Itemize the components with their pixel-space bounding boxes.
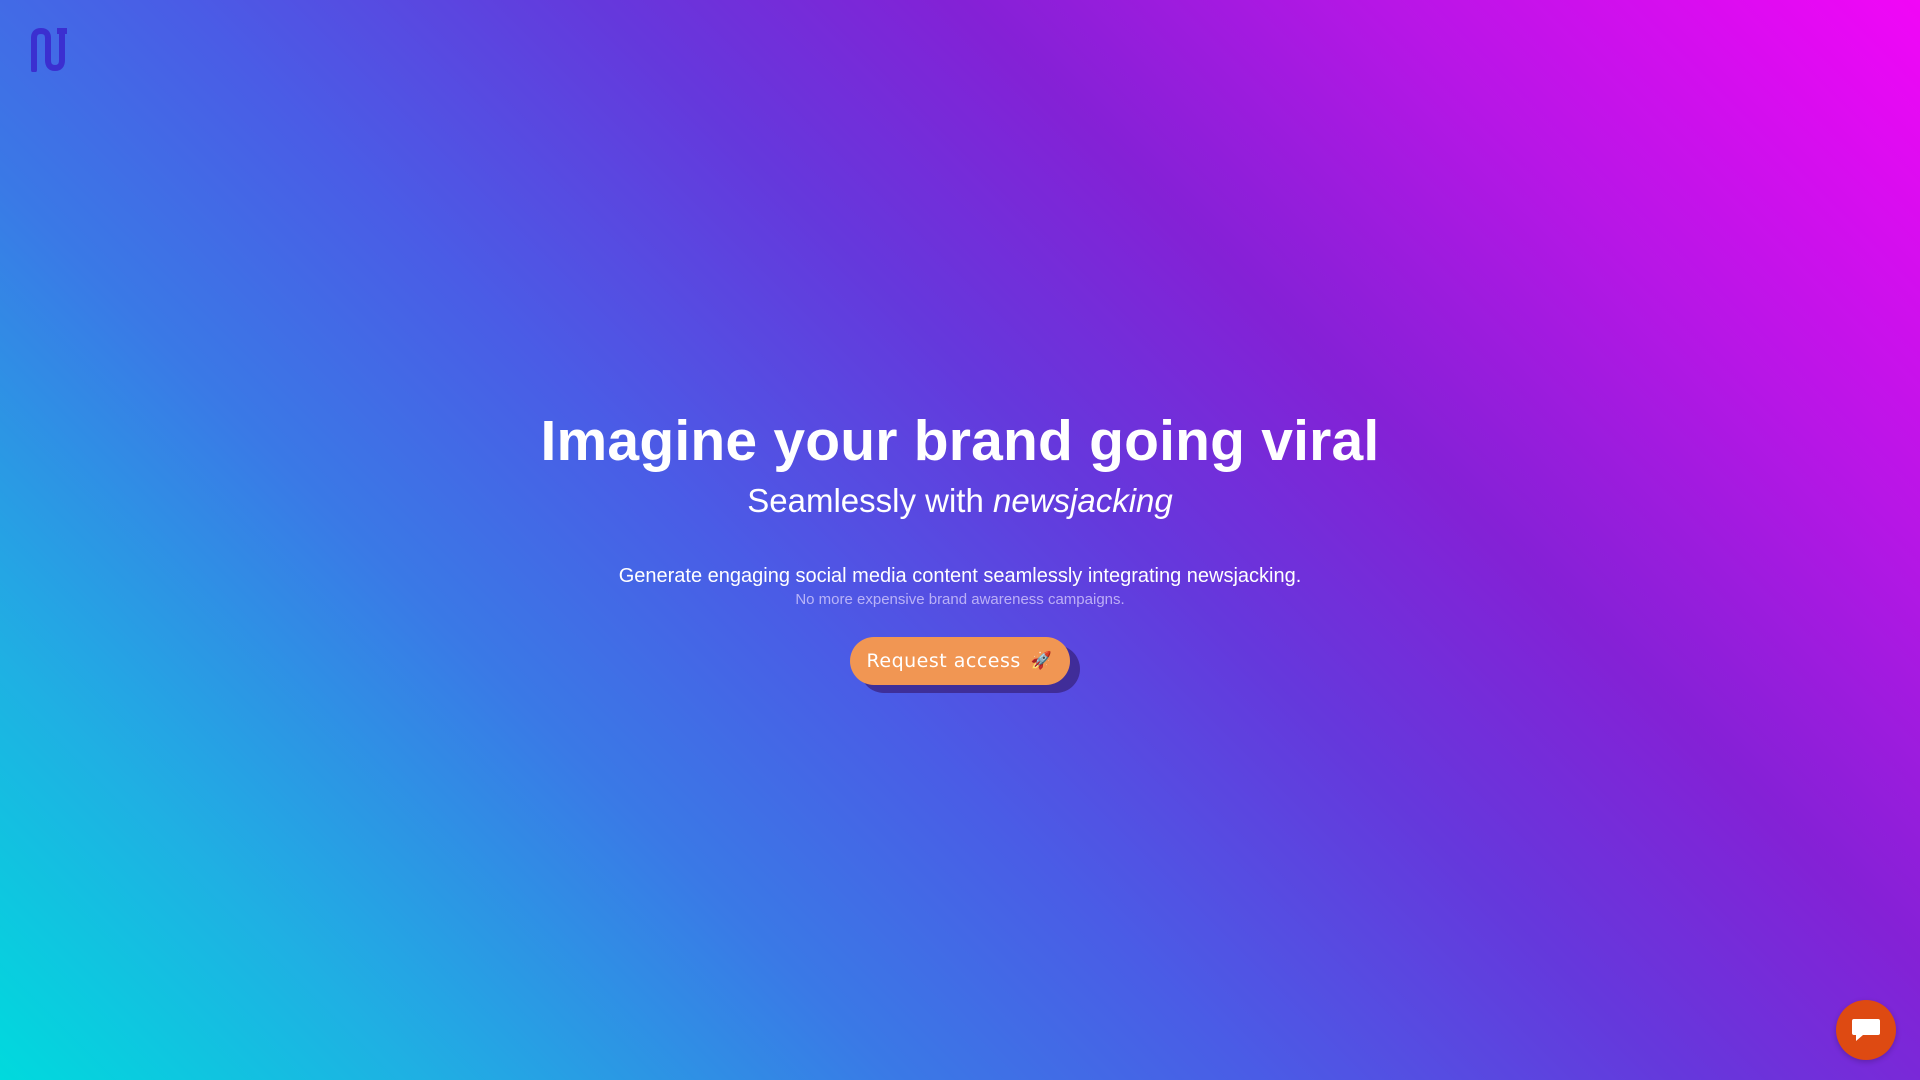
chat-widget-button[interactable] [1836,1000,1896,1060]
rocket-icon: 🚀 [1030,651,1053,671]
hero-section: Imagine your brand going viral Seamlessl… [0,405,1920,685]
hero-note: No more expensive brand awareness campai… [795,591,1125,608]
hero-subheadline: Seamlessly with newsjacking [0,479,1920,523]
hero-headline: Imagine your brand going viral [540,409,1380,473]
subheadline-emphasis: newsjacking [992,482,1173,519]
subheadline-prefix: Seamlessly with [747,482,984,519]
request-access-button[interactable]: Request access 🚀 [849,637,1071,685]
cta-wrapper: Request access 🚀 [849,637,1071,685]
nj-logo-icon [31,27,67,73]
brand-logo[interactable] [30,27,68,73]
chat-bubble-icon [1852,1019,1880,1041]
request-access-label: Request access [866,650,1021,672]
hero-description: Generate engaging social media content s… [618,565,1302,587]
